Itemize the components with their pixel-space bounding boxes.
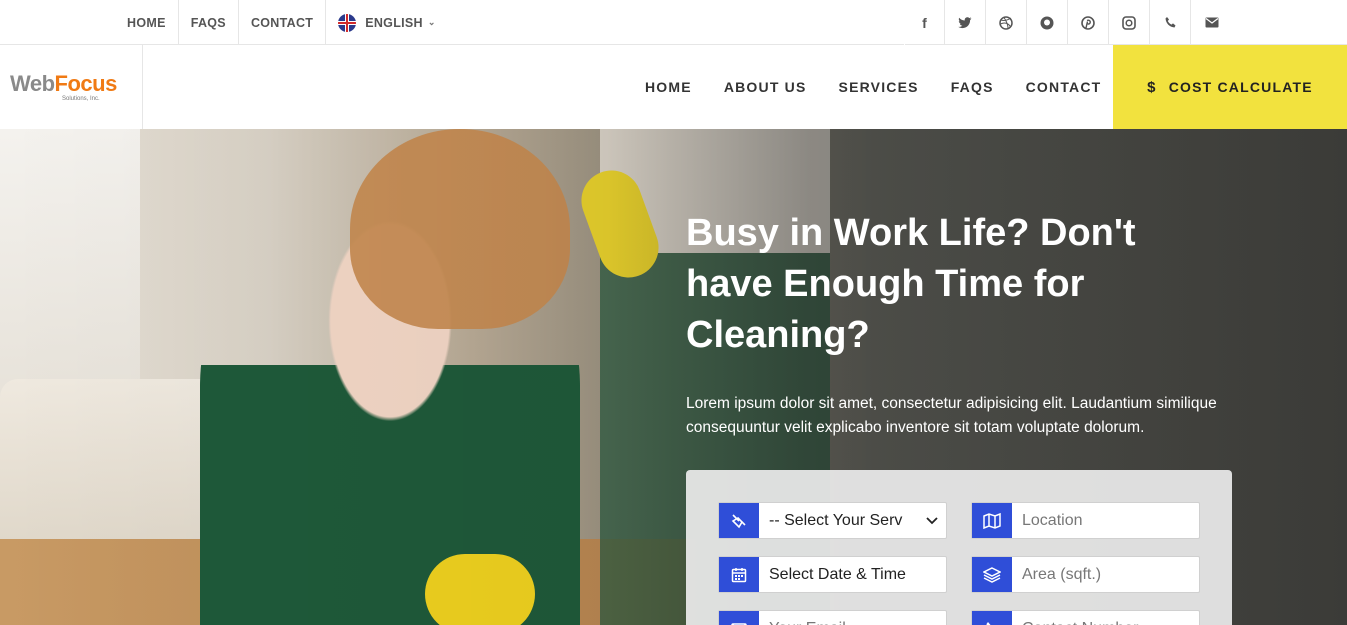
date-time-value: Select Date & Time <box>769 565 906 583</box>
service-select[interactable]: -- Select Your Serv <box>718 502 947 539</box>
phone-icon <box>972 611 1012 625</box>
top-nav-contact[interactable]: CONTACT <box>239 0 327 45</box>
top-nav-home[interactable]: HOME <box>115 0 179 45</box>
language-label: ENGLISH <box>365 15 423 30</box>
github-icon[interactable] <box>1027 0 1068 45</box>
language-selector[interactable]: ENGLISH ⌄ <box>326 0 448 45</box>
chevron-down-icon: ⌄ <box>427 17 436 27</box>
calendar-icon <box>719 557 759 592</box>
cleaning-brush-icon <box>719 503 759 538</box>
twitter-icon[interactable] <box>945 0 986 45</box>
top-bar: HOME FAQS CONTACT ENGLISH ⌄ f <box>0 0 1347 45</box>
hero-text: Lorem ipsum dolor sit amet, consectetur … <box>686 395 1217 436</box>
nav-faqs[interactable]: FAQS <box>935 45 1010 129</box>
cost-calculate-label: COST CALCULATE <box>1168 79 1313 95</box>
layers-icon <box>972 557 1012 592</box>
nav-about-us[interactable]: ABOUT US <box>708 45 823 129</box>
main-nav: HOME ABOUT US SERVICES FAQS CONTACT <box>629 45 1117 129</box>
date-time-field[interactable]: Select Date & Time <box>718 556 947 593</box>
uk-flag-icon <box>338 13 357 32</box>
nav-home[interactable]: HOME <box>629 45 708 129</box>
facebook-icon[interactable]: f <box>904 0 945 45</box>
email-placeholder: Your Email <box>759 611 946 625</box>
service-select-value: -- Select Your Serv <box>769 511 903 529</box>
envelope-icon <box>719 611 759 625</box>
hero-headline: Busy in Work Life? Don't have Enough Tim… <box>686 212 1136 356</box>
top-nav-faqs[interactable]: FAQS <box>179 0 239 45</box>
nav-services[interactable]: SERVICES <box>823 45 935 129</box>
nav-contact[interactable]: CONTACT <box>1010 45 1118 129</box>
social-links: f <box>904 0 1232 45</box>
cost-calculate-button[interactable]: $ COST CALCULATE <box>1113 45 1347 129</box>
map-icon <box>972 503 1012 538</box>
dollar-icon: $ <box>1147 78 1157 96</box>
top-nav: HOME FAQS CONTACT ENGLISH ⌄ <box>115 0 448 45</box>
logo-wordmark: WebFocus <box>10 70 117 96</box>
booking-form: -- Select Your Serv Location Select Date… <box>686 470 1232 625</box>
phone-icon[interactable] <box>1150 0 1191 45</box>
chevron-down-icon <box>918 503 946 538</box>
contact-number-field[interactable]: Contact Number <box>971 610 1200 625</box>
email-field[interactable]: Your Email <box>718 610 947 625</box>
contact-number-placeholder: Contact Number <box>1012 611 1199 625</box>
area-placeholder: Area (sqft.) <box>1022 565 1102 583</box>
pinterest-icon[interactable] <box>1068 0 1109 45</box>
logo-tagline: Solutions, Inc. <box>62 95 100 102</box>
dribbble-icon[interactable] <box>986 0 1027 45</box>
main-header: WebFocus Solutions, Inc. HOME ABOUT US S… <box>0 45 1347 129</box>
area-field[interactable]: Area (sqft.) <box>971 556 1200 593</box>
instagram-icon[interactable] <box>1109 0 1150 45</box>
logo[interactable]: WebFocus Solutions, Inc. <box>0 45 143 129</box>
envelope-icon[interactable] <box>1191 0 1232 45</box>
location-field[interactable]: Location <box>971 502 1200 539</box>
location-placeholder: Location <box>1022 511 1083 529</box>
